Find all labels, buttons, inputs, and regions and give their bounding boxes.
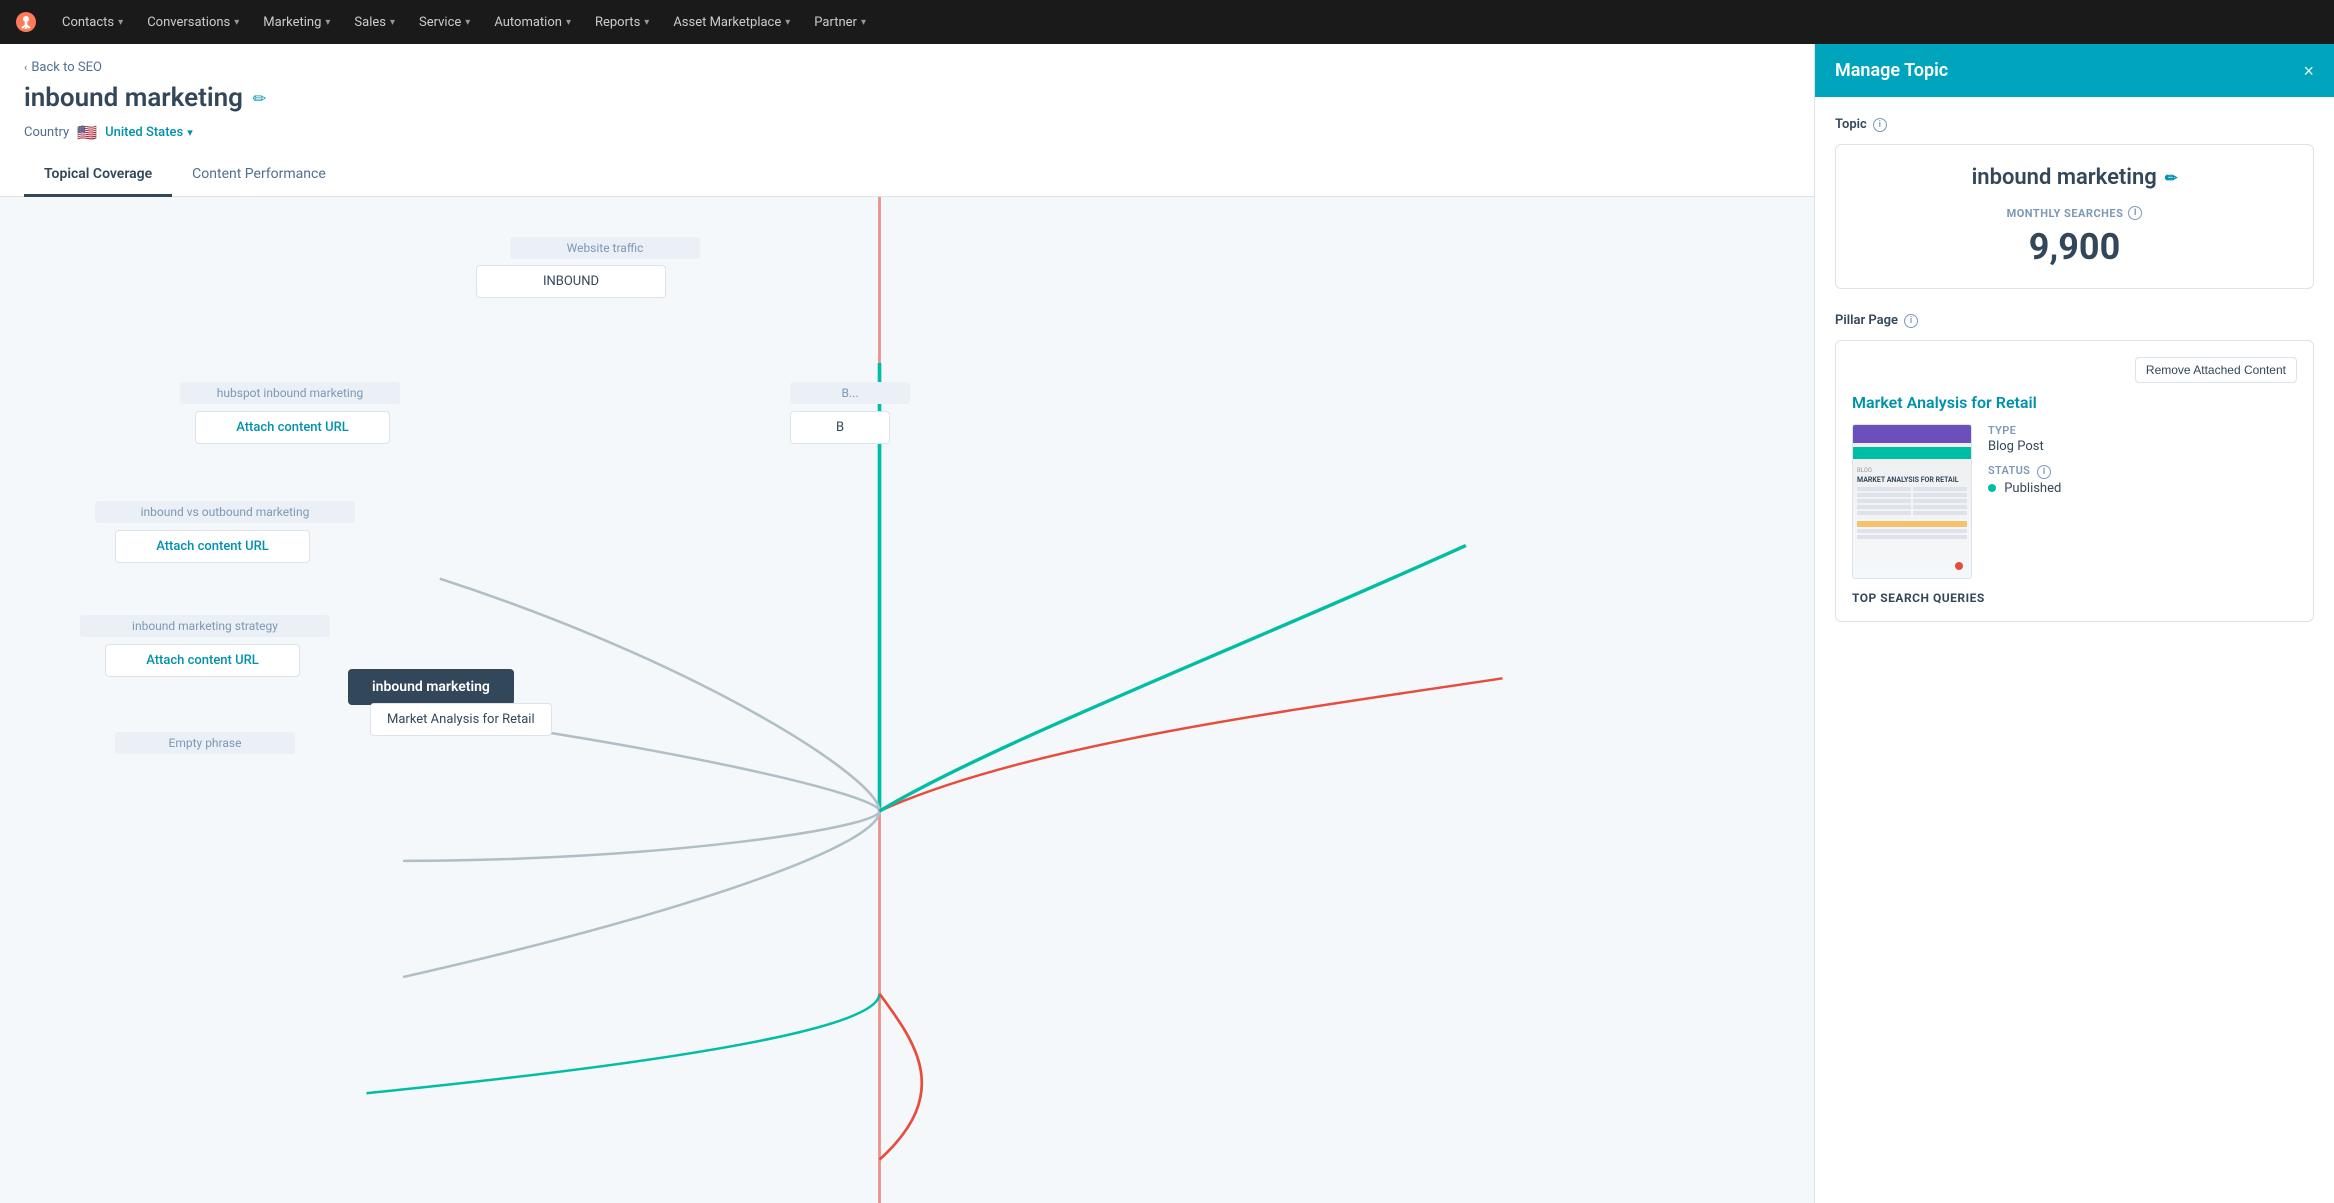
hubspot-logo[interactable]: [12, 8, 40, 36]
nav-item-service[interactable]: Service ▾: [409, 9, 480, 36]
chevron-down-icon: ▾: [234, 17, 239, 28]
center-topic-node: inbound marketing: [348, 669, 514, 705]
hubspot-attach-node: Attach content URL: [195, 411, 390, 444]
chevron-left-icon: ‹: [24, 61, 27, 74]
topic-edit-icon[interactable]: ✏: [2165, 169, 2178, 187]
manage-topic-panel: Manage Topic × Topic i inbound marketing…: [1814, 44, 2334, 1203]
status-badge: Published: [1988, 481, 2297, 496]
panel-close-button[interactable]: ×: [2303, 62, 2314, 80]
us-flag-icon: 🇺🇸: [77, 123, 97, 142]
pillar-card: Remove Attached Content Market Analysis …: [1835, 340, 2314, 622]
right-node-label: B...: [790, 382, 910, 404]
inbound-vs-outbound-link[interactable]: Attach content URL: [156, 539, 269, 554]
published-status-dot: [1988, 484, 1996, 492]
country-row: Country 🇺🇸 United States ▾: [24, 123, 1790, 154]
nav-item-partner[interactable]: Partner ▾: [804, 9, 876, 36]
back-to-seo-link[interactable]: ‹ Back to SEO: [24, 60, 1790, 75]
monthly-searches-info-icon[interactable]: i: [2128, 206, 2142, 220]
panel-header: Manage Topic ×: [1815, 44, 2334, 97]
right-node-box: B: [790, 411, 890, 444]
topic-map-svg: [0, 197, 1814, 1203]
page-title-row: inbound marketing ✏: [24, 83, 1790, 113]
topic-card-title: inbound marketing ✏: [1856, 165, 2293, 190]
country-selector[interactable]: United States ▾: [105, 125, 193, 140]
topic-map: Website traffic INBOUND hubspot inbound …: [0, 197, 1814, 1203]
top-navigation: Contacts ▾ Conversations ▾ Marketing ▾ S…: [0, 0, 2334, 44]
edit-title-icon[interactable]: ✏: [253, 89, 266, 108]
nav-item-conversations[interactable]: Conversations ▾: [137, 9, 249, 36]
inbound-strategy-link[interactable]: Attach content URL: [146, 653, 259, 668]
chevron-down-icon: ▾: [118, 17, 123, 28]
content-meta: Type Blog Post Status i Publis: [1988, 424, 2297, 579]
chevron-down-icon: ▾: [644, 17, 649, 28]
hubspot-attach-link[interactable]: Attach content URL: [236, 420, 349, 435]
content-preview: BLOG MARKET ANALYSIS FOR RETAIL: [1852, 424, 2297, 579]
chevron-down-icon: ▾: [861, 17, 866, 28]
chevron-down-icon: ▾: [465, 17, 470, 28]
page-title: inbound marketing: [24, 83, 243, 113]
topic-section-header: Topic i: [1835, 117, 2314, 132]
chevron-down-icon: ▾: [187, 126, 193, 139]
topic-card: inbound marketing ✏ MONTHLY SEARCHES i 9…: [1835, 144, 2314, 289]
main-wrapper: ‹ Back to SEO inbound marketing ✏ Countr…: [0, 44, 2334, 1203]
website-traffic-label: Website traffic: [510, 237, 700, 259]
pillar-page-info-icon[interactable]: i: [1904, 314, 1918, 328]
main-content: ‹ Back to SEO inbound marketing ✏ Countr…: [0, 44, 1814, 1203]
inbound-box: INBOUND: [476, 265, 666, 298]
content-type-row: Type Blog Post: [1988, 424, 2297, 454]
inbound-strategy-label: inbound marketing strategy: [80, 615, 330, 637]
inbound-strategy-attach: Attach content URL: [105, 644, 300, 677]
monthly-searches-value: 9,900: [1856, 226, 2293, 268]
tab-content-performance[interactable]: Content Performance: [172, 154, 346, 197]
nav-item-sales[interactable]: Sales ▾: [344, 9, 405, 36]
chevron-down-icon: ▾: [785, 17, 790, 28]
content-title-link[interactable]: Market Analysis for Retail: [1852, 393, 2297, 412]
remove-attached-content-button[interactable]: Remove Attached Content: [2135, 357, 2297, 383]
top-search-queries-label: TOP SEARCH QUERIES: [1852, 591, 2297, 605]
empty-phrase-label: Empty phrase: [115, 732, 295, 754]
topic-info-icon[interactable]: i: [1873, 118, 1887, 132]
nav-item-contacts[interactable]: Contacts ▾: [52, 9, 133, 36]
chevron-down-icon: ▾: [325, 17, 330, 28]
panel-title: Manage Topic: [1835, 60, 1948, 81]
chevron-down-icon: ▾: [390, 17, 395, 28]
thumbnail-image: BLOG MARKET ANALYSIS FOR RETAIL: [1853, 425, 1971, 578]
inbound-vs-outbound-attach: Attach content URL: [115, 530, 310, 563]
pillar-page-section: Pillar Page i Remove Attached Content Ma…: [1835, 313, 2314, 622]
hubspot-inbound-label: hubspot inbound marketing: [180, 382, 400, 404]
pillar-page-label: Pillar Page i: [1835, 313, 2314, 328]
panel-body: Topic i inbound marketing ✏ MONTHLY SEAR…: [1815, 97, 2334, 1203]
nav-item-marketing[interactable]: Marketing ▾: [253, 9, 340, 36]
monthly-searches-label: MONTHLY SEARCHES i: [1856, 206, 2293, 220]
tabs-row: Topical Coverage Content Performance: [0, 154, 1814, 197]
nav-item-reports[interactable]: Reports ▾: [585, 9, 659, 36]
page-header: ‹ Back to SEO inbound marketing ✏ Countr…: [0, 44, 1814, 154]
center-topic-sub: Market Analysis for Retail: [370, 703, 552, 736]
status-info-icon[interactable]: i: [2037, 465, 2051, 479]
nav-item-asset-marketplace[interactable]: Asset Marketplace ▾: [663, 9, 800, 36]
content-status-row: Status i Published: [1988, 464, 2297, 496]
nav-item-automation[interactable]: Automation ▾: [484, 9, 581, 36]
chevron-down-icon: ▾: [566, 17, 571, 28]
tab-topical-coverage[interactable]: Topical Coverage: [24, 154, 172, 197]
content-thumbnail: BLOG MARKET ANALYSIS FOR RETAIL: [1852, 424, 1972, 579]
inbound-vs-outbound-label: inbound vs outbound marketing: [95, 501, 355, 523]
